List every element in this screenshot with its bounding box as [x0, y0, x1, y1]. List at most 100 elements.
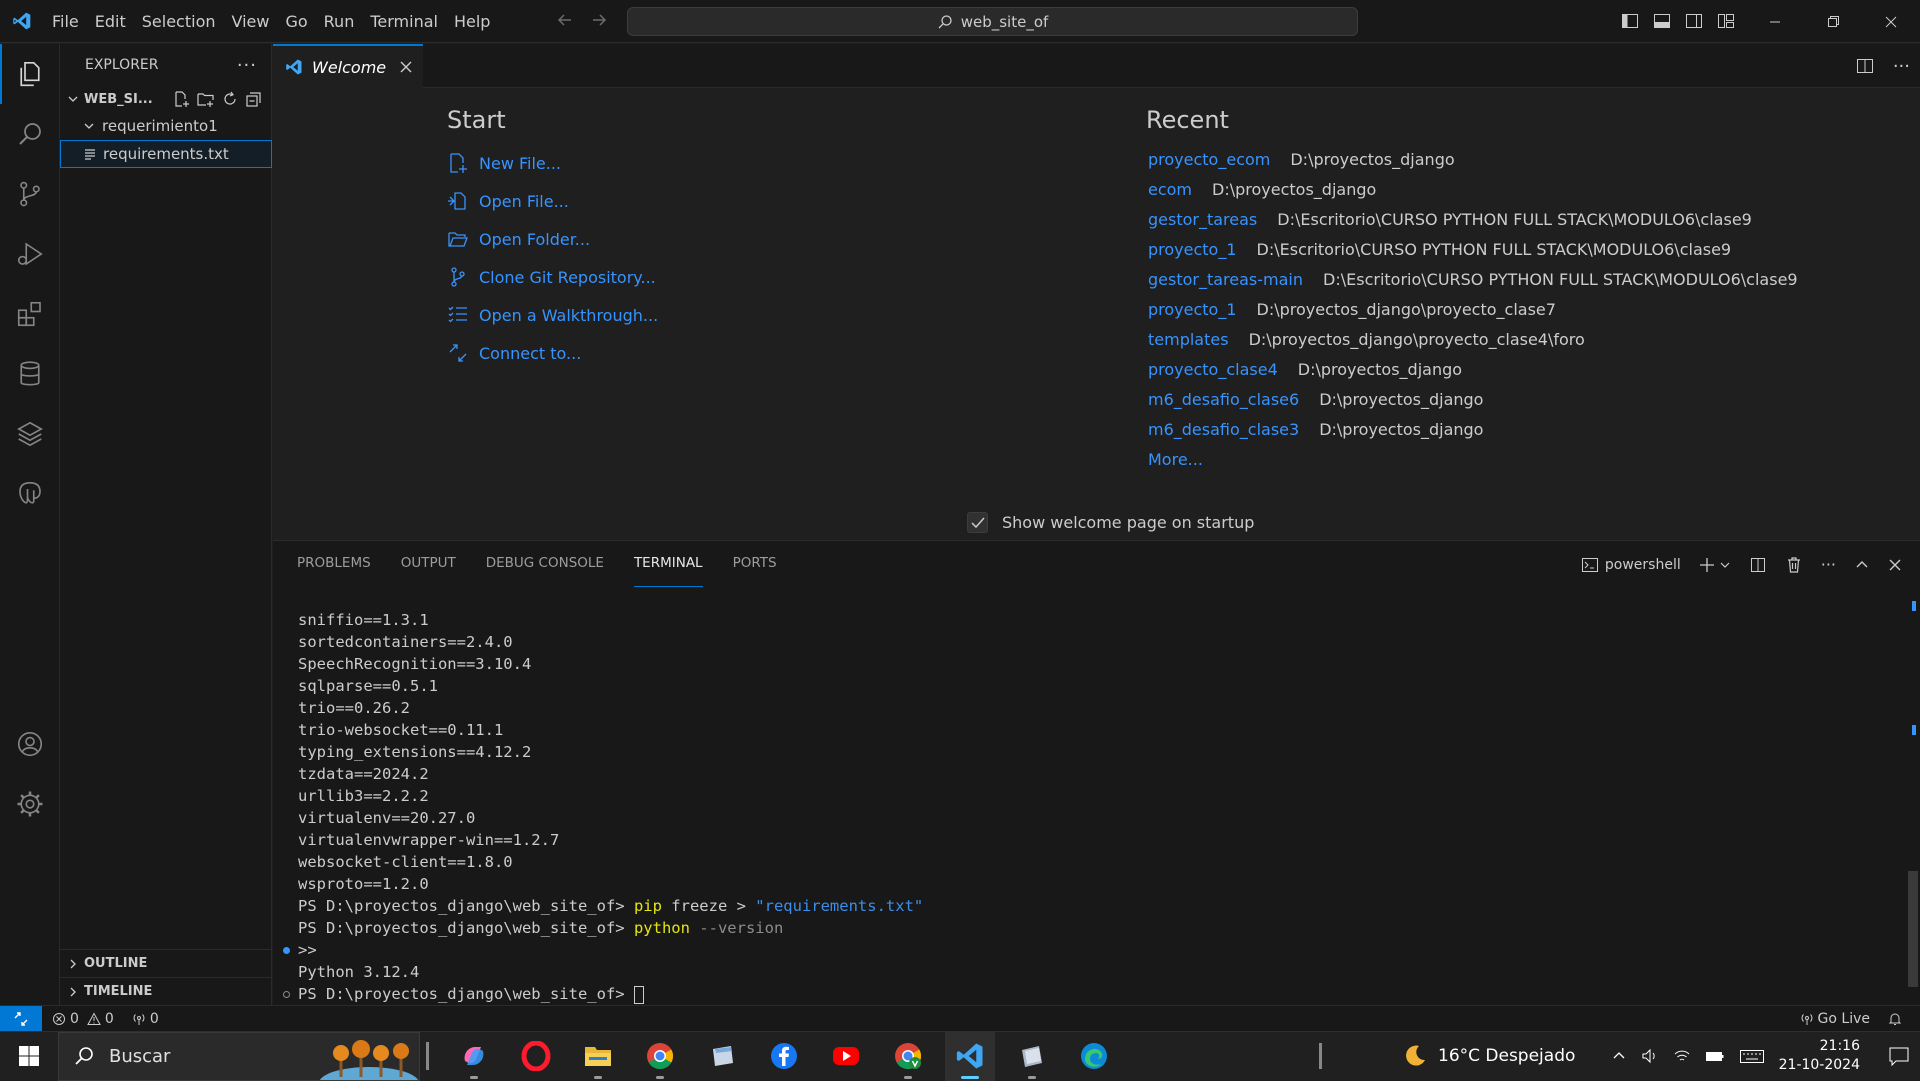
menu-help[interactable]: Help: [446, 0, 498, 43]
startup-checkbox[interactable]: [967, 512, 988, 533]
clone-git-link[interactable]: Clone Git Repository...: [447, 258, 658, 296]
run-debug-icon[interactable]: [0, 224, 60, 284]
problems-status[interactable]: 0 0: [52, 1011, 114, 1027]
split-editor-icon[interactable]: [1855, 56, 1875, 77]
recent-item[interactable]: m6_desafio_clase3 D:\proyectos_django: [1148, 414, 1798, 444]
recent-item[interactable]: proyecto_ecom D:\proyectos_django: [1148, 144, 1798, 174]
layers-icon[interactable]: [0, 404, 60, 464]
recent-item-name[interactable]: m6_desafio_clase6: [1148, 390, 1299, 409]
terminal-output[interactable]: sniffio==1.3.1 sortedcontainers==2.4.0 Spe…: [283, 609, 923, 1005]
tab-problems[interactable]: PROBLEMS: [297, 555, 371, 581]
menu-file[interactable]: File: [44, 0, 87, 43]
copilot-icon[interactable]: [449, 1032, 499, 1081]
recent-item-name[interactable]: proyecto_1: [1148, 240, 1237, 259]
recent-item-name[interactable]: ecom: [1148, 180, 1192, 199]
terminal-shell-selector[interactable]: powershell: [1581, 556, 1681, 574]
scroll-thumb[interactable]: [1908, 871, 1918, 987]
notepad-icon[interactable]: [697, 1032, 747, 1081]
tab-welcome[interactable]: Welcome: [273, 44, 423, 88]
close-window-icon[interactable]: [1862, 0, 1920, 43]
new-terminal-button[interactable]: [1699, 557, 1731, 573]
recent-item[interactable]: proyecto_clase4 D:\proyectos_django: [1148, 354, 1798, 384]
connect-to-link[interactable]: Connect to...: [447, 334, 658, 372]
recent-item[interactable]: proyecto_1 D:\Escritorio\CURSO PYTHON FUL…: [1148, 234, 1798, 264]
settings-gear-icon[interactable]: [0, 774, 60, 834]
chrome-profile-icon[interactable]: [883, 1032, 933, 1081]
chrome-icon[interactable]: [635, 1032, 685, 1081]
toggle-primary-sidebar-icon[interactable]: [1620, 11, 1640, 31]
ports-status[interactable]: 0: [132, 1011, 159, 1027]
recent-item[interactable]: templates D:\proyectos_django\proyecto_cl…: [1148, 324, 1798, 354]
chevron-up-icon[interactable]: [1611, 1048, 1627, 1064]
recent-item-name[interactable]: m6_desafio_clase3: [1148, 420, 1299, 439]
terminal-scrollbar[interactable]: [1908, 601, 1918, 991]
recent-item-name[interactable]: proyecto_clase4: [1148, 360, 1278, 379]
menu-run[interactable]: Run: [316, 0, 363, 43]
recent-item-name[interactable]: gestor_tareas-main: [1148, 270, 1303, 289]
database-icon[interactable]: [0, 344, 60, 404]
search-view-icon[interactable]: [0, 104, 60, 164]
battery-icon[interactable]: [1705, 1047, 1725, 1065]
wifi-icon[interactable]: [1673, 1047, 1691, 1065]
recent-item[interactable]: proyecto_1 D:\proyectos_django\proyecto_c…: [1148, 294, 1798, 324]
trash-icon[interactable]: [1785, 556, 1803, 574]
more-recent-link[interactable]: More...: [1148, 444, 1798, 474]
keyboard-icon[interactable]: [1739, 1047, 1765, 1065]
notifications-bell-icon[interactable]: [1888, 1012, 1902, 1026]
file-explorer-icon[interactable]: [573, 1032, 623, 1081]
more-actions-icon[interactable]: ···: [1893, 56, 1910, 77]
split-terminal-icon[interactable]: [1749, 556, 1767, 574]
tree-folder-requerimiento1[interactable]: requerimiento1: [60, 112, 271, 140]
youtube-icon[interactable]: [821, 1032, 871, 1081]
recent-item-name[interactable]: gestor_tareas: [1148, 210, 1257, 229]
volume-icon[interactable]: [1641, 1047, 1659, 1065]
menu-view[interactable]: View: [224, 0, 278, 43]
outline-section[interactable]: OUTLINE: [60, 949, 272, 977]
open-folder-link[interactable]: Open Folder...: [447, 220, 658, 258]
open-file-link[interactable]: Open File...: [447, 182, 658, 220]
menu-terminal[interactable]: Terminal: [362, 0, 446, 43]
minimize-icon[interactable]: [1746, 0, 1804, 43]
collapse-all-icon[interactable]: [245, 90, 263, 108]
close-tab-icon[interactable]: [399, 60, 413, 74]
windows-start-icon[interactable]: [0, 1032, 58, 1081]
go-live-button[interactable]: Go Live: [1800, 1011, 1870, 1027]
close-panel-icon[interactable]: [1888, 558, 1902, 572]
edge-icon[interactable]: [1069, 1032, 1119, 1081]
new-file-icon[interactable]: [173, 90, 191, 108]
maximize-icon[interactable]: [1804, 0, 1862, 43]
recent-item-name[interactable]: proyecto_1: [1148, 300, 1237, 319]
back-arrow-icon[interactable]: [555, 10, 575, 30]
recent-item[interactable]: gestor_tareas-main D:\Escritorio\CURSO PY…: [1148, 264, 1798, 294]
tab-terminal[interactable]: TERMINAL: [633, 555, 703, 587]
menu-edit[interactable]: Edit: [87, 0, 134, 43]
recent-item[interactable]: gestor_tareas D:\Escritorio\CURSO PYTHON …: [1148, 204, 1798, 234]
vscode-taskbar-icon[interactable]: [945, 1031, 995, 1081]
menu-go[interactable]: Go: [277, 0, 315, 43]
recent-item[interactable]: ecom D:\proyectos_django: [1148, 174, 1798, 204]
clock[interactable]: 21:16 21-10-2024: [1779, 1037, 1860, 1075]
command-center-search[interactable]: web_site_of: [627, 7, 1358, 36]
accounts-icon[interactable]: [0, 714, 60, 774]
notification-center-icon[interactable]: [1888, 1045, 1910, 1067]
remote-indicator[interactable]: [0, 1005, 42, 1032]
extensions-icon[interactable]: [0, 284, 60, 344]
maximize-panel-icon[interactable]: [1854, 557, 1870, 573]
toggle-panel-icon[interactable]: [1652, 11, 1672, 31]
walkthrough-link[interactable]: Open a Walkthrough...: [447, 296, 658, 334]
tab-output[interactable]: OUTPUT: [401, 555, 456, 581]
more-actions-icon[interactable]: ···: [237, 55, 257, 76]
sql-tool-icon[interactable]: [1007, 1032, 1057, 1081]
taskbar-search-box[interactable]: Buscar: [58, 1031, 420, 1081]
weather-widget[interactable]: 16°C Despejado: [1402, 1043, 1575, 1069]
toggle-secondary-sidebar-icon[interactable]: [1684, 11, 1704, 31]
forward-arrow-icon[interactable]: [589, 10, 609, 30]
facebook-icon[interactable]: [759, 1032, 809, 1081]
refresh-icon[interactable]: [221, 90, 239, 108]
tab-ports[interactable]: PORTS: [733, 555, 777, 581]
opera-icon[interactable]: [511, 1032, 561, 1081]
recent-item-name[interactable]: proyecto_ecom: [1148, 150, 1270, 169]
explorer-icon[interactable]: [0, 44, 60, 104]
new-file-link[interactable]: New File...: [447, 144, 658, 182]
timeline-section[interactable]: TIMELINE: [60, 977, 272, 1005]
